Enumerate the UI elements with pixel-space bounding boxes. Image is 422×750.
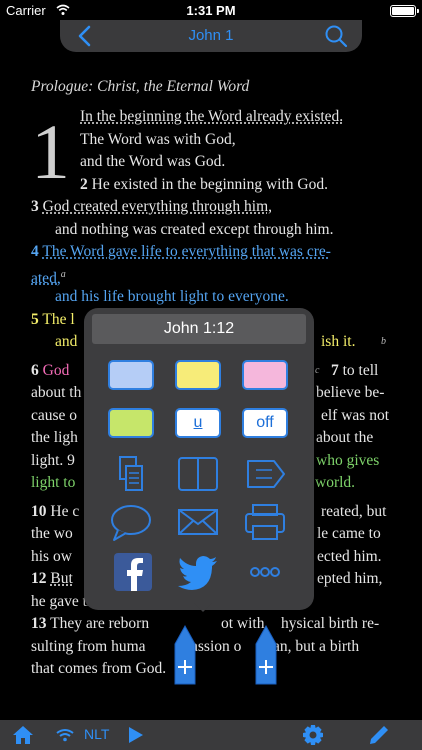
verse-3-line[interactable]: and nothing was created except through h… (31, 219, 393, 242)
more-icon[interactable] (242, 552, 288, 592)
section-heading: Prologue: Christ, the Eternal Word (31, 78, 250, 95)
verse-2-line[interactable]: 2 He existed in the beginning with God. (31, 174, 393, 197)
highlight-off-button[interactable]: off (242, 408, 288, 438)
search-icon[interactable] (324, 24, 348, 48)
chapter-number: 1 (31, 108, 70, 195)
verse-1-line[interactable]: The Word was with God, (31, 129, 393, 152)
verse-4-line[interactable]: 4 The Word gave life to everything that … (31, 241, 393, 264)
verse-1-line[interactable]: and the Word was God. (31, 151, 393, 174)
home-icon[interactable] (12, 725, 34, 745)
tag-icon[interactable] (242, 454, 288, 494)
book-icon[interactable] (175, 454, 221, 494)
verse-3-line[interactable]: 3 God created everything through him, (31, 196, 393, 219)
verse-13-line[interactable]: 13 They are reborn ot with hysical birth r… (31, 613, 393, 636)
highlight-pink-button[interactable] (242, 360, 288, 390)
wifi-icon[interactable] (56, 728, 74, 742)
bottom-toolbar: NLT (0, 720, 422, 750)
status-bar: Carrier 1:31 PM (0, 0, 422, 22)
underline-button[interactable]: u (175, 408, 221, 438)
highlight-green-button[interactable] (108, 408, 154, 438)
footnote-a[interactable]: a (61, 269, 66, 280)
version-selector[interactable]: NLT (84, 726, 109, 742)
selection-start-handle[interactable] (173, 622, 197, 688)
verse-4-line[interactable]: and his life brought light to everyone. (31, 286, 393, 309)
verse-13-line[interactable]: sulting from huma assion o an, but a birth (31, 636, 393, 659)
pencil-icon[interactable] (368, 724, 390, 746)
popup-title: John 1:12 (92, 314, 306, 344)
print-icon[interactable] (242, 502, 288, 542)
twitter-icon[interactable] (175, 552, 221, 592)
verse-action-popup: John 1:12 u off (84, 308, 314, 610)
chapter-title[interactable]: John 1 (60, 27, 362, 44)
battery-icon (390, 5, 419, 17)
selection-end-handle[interactable] (254, 622, 278, 688)
top-nav: John 1 (60, 20, 362, 52)
facebook-icon[interactable] (110, 552, 156, 592)
play-icon[interactable] (128, 726, 144, 744)
highlight-blue-button[interactable] (108, 360, 154, 390)
highlight-yellow-button[interactable] (175, 360, 221, 390)
gear-icon[interactable] (302, 724, 324, 746)
copy-icon[interactable] (108, 454, 154, 494)
verse-4-line[interactable]: ated,a (31, 264, 393, 287)
verse-13-line[interactable]: that comes from God. (31, 658, 393, 681)
verse-1-line[interactable]: In the beginning the Word already existe… (31, 106, 393, 129)
clock: 1:31 PM (186, 3, 236, 18)
comment-icon[interactable] (108, 502, 154, 542)
popup-pointer (194, 603, 212, 612)
mail-icon[interactable] (175, 502, 221, 542)
